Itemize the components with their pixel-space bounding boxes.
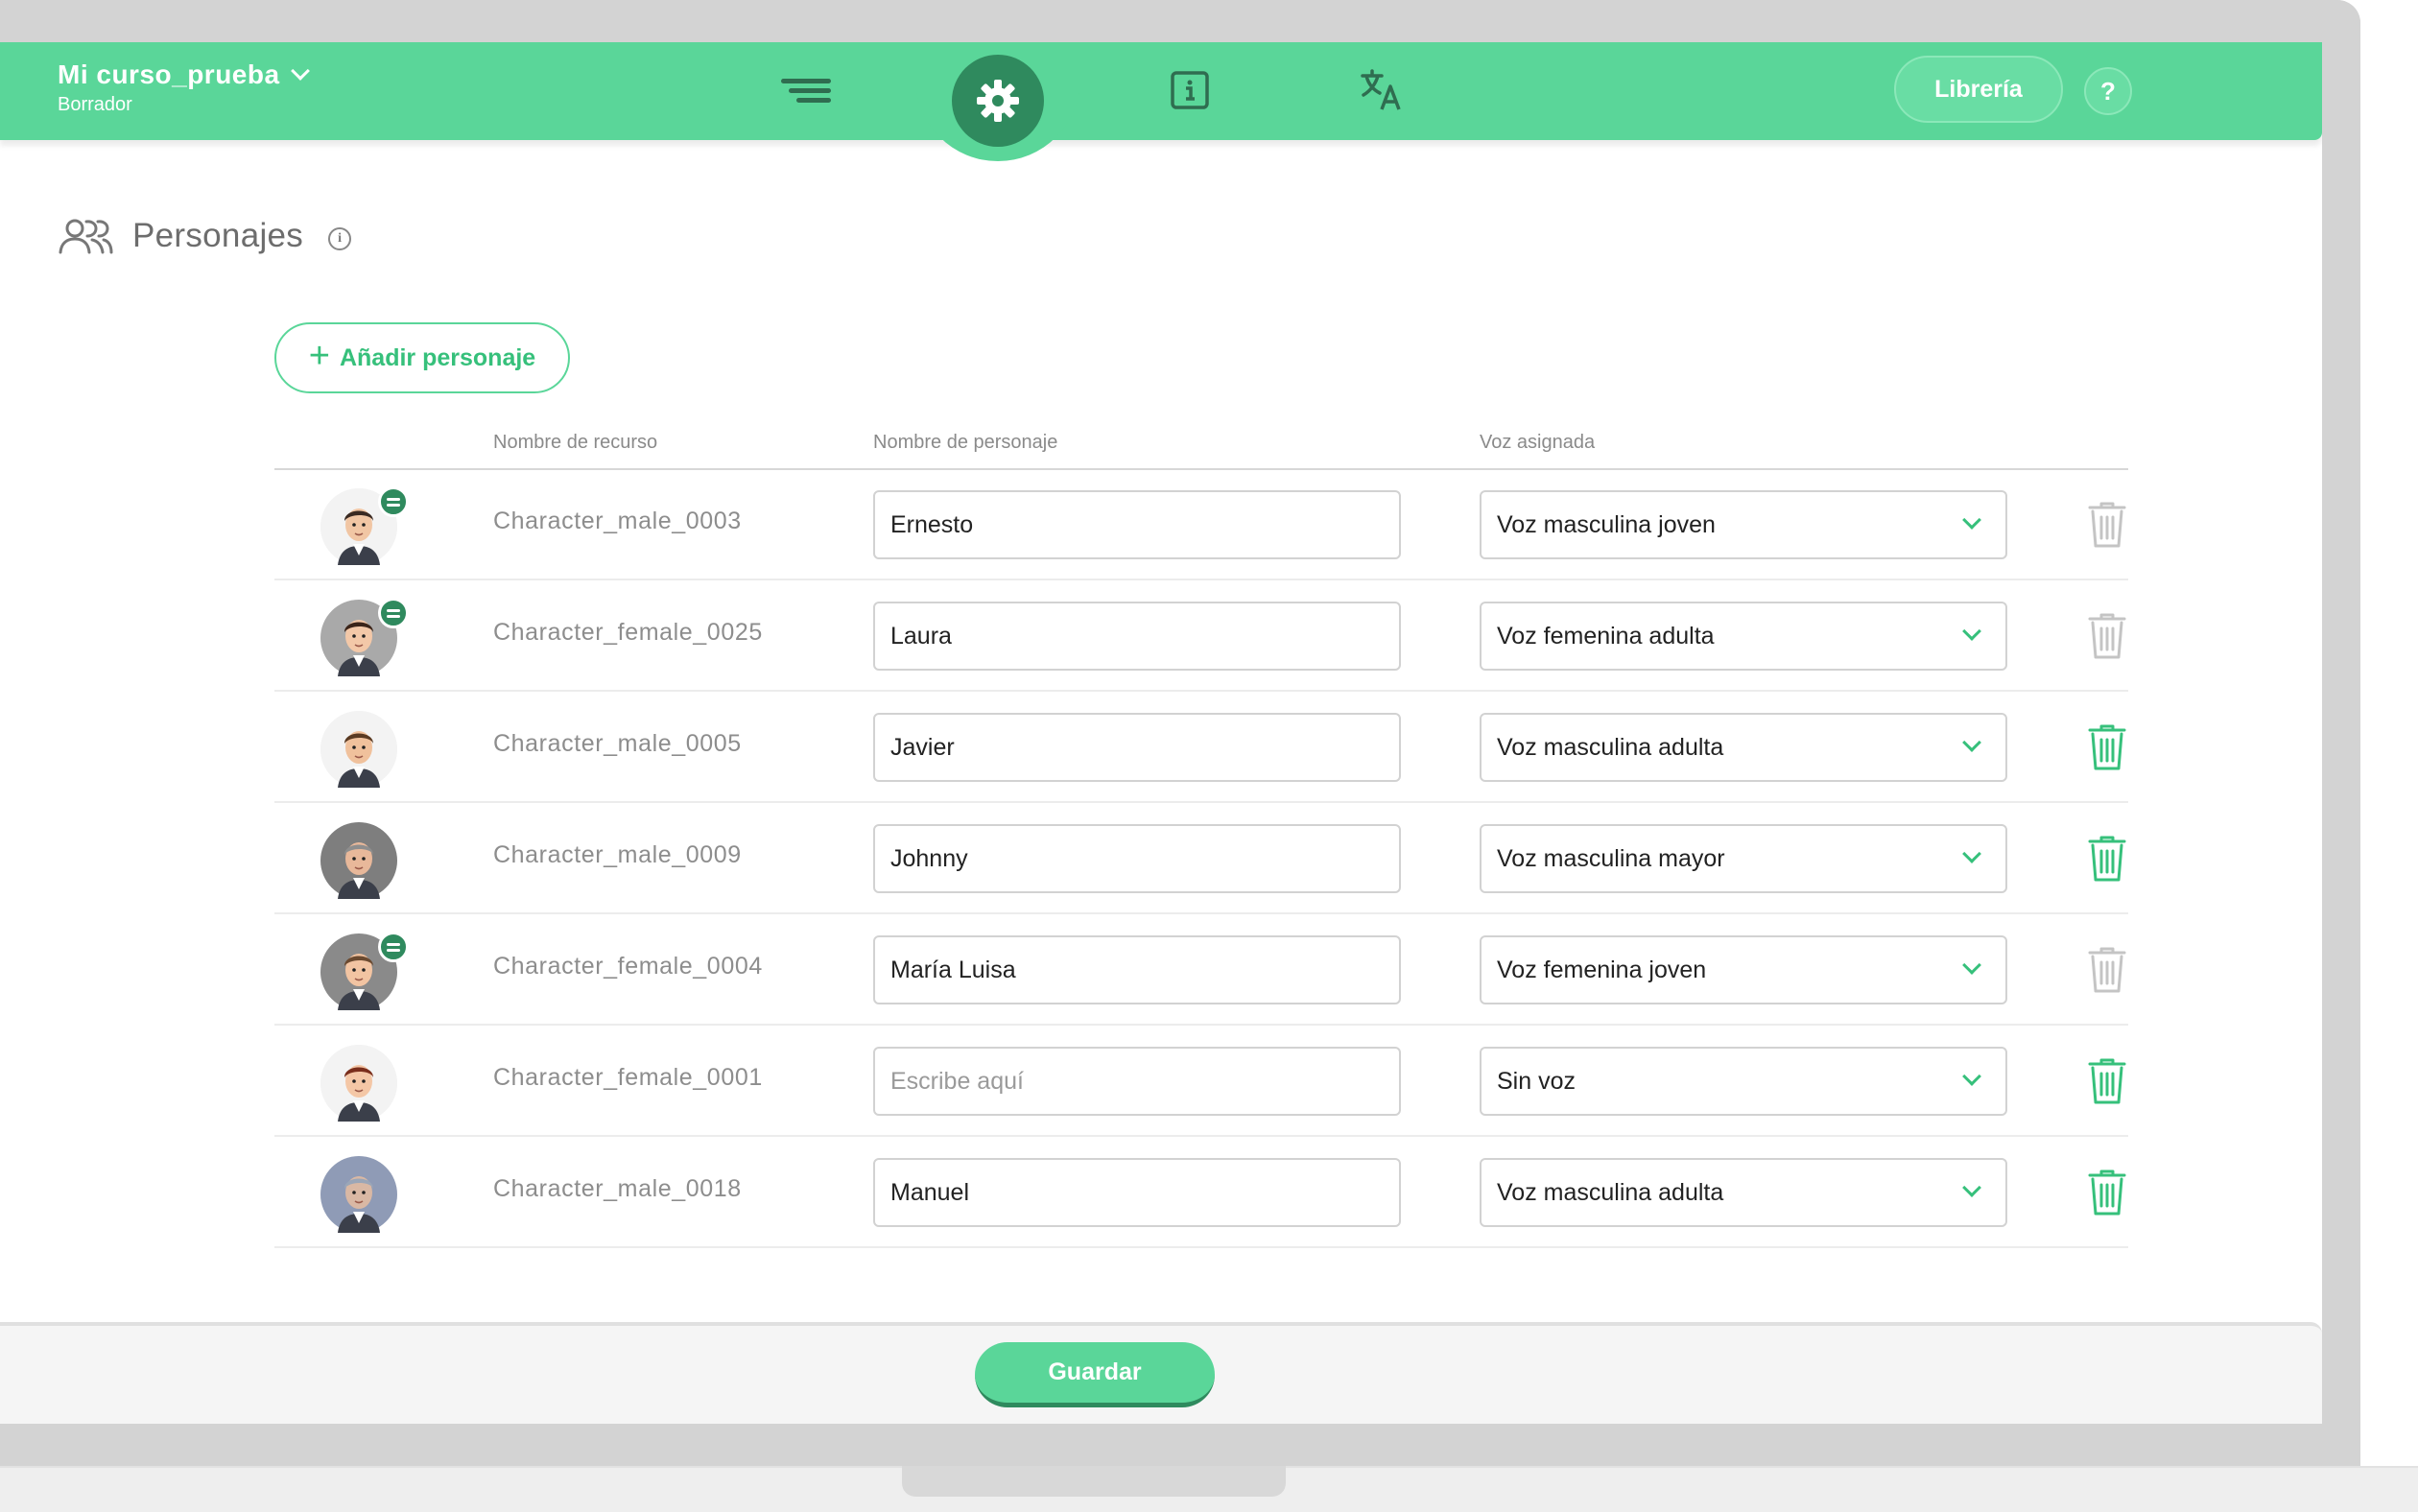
plus-icon: + [308, 335, 330, 376]
laptop-bezel-right [2322, 0, 2360, 1466]
chevron-down-icon [1962, 1067, 1981, 1086]
save-button[interactable]: Guardar [975, 1342, 1215, 1407]
header-voice: Voz asignada [1480, 432, 1596, 453]
translate-icon[interactable] [1351, 61, 1412, 119]
resource-name: Character_male_0018 [493, 1175, 742, 1202]
info-circle-icon[interactable]: i [328, 227, 352, 250]
character-name-input[interactable] [873, 1047, 1401, 1116]
table-header: Nombre de recurso Nombre de personaje Vo… [274, 432, 2128, 470]
voice-value: Voz masculina adulta [1497, 733, 1724, 761]
table-row: Character_female_0025 Voz femenina adult… [274, 580, 2128, 692]
trash-icon[interactable] [2088, 1169, 2126, 1216]
info-icon[interactable] [1159, 61, 1221, 119]
trash-icon [2088, 613, 2126, 659]
voice-value: Voz masculina adulta [1497, 1178, 1724, 1206]
trash-icon [2088, 947, 2126, 993]
gear-icon[interactable] [952, 55, 1044, 147]
resource-name: Character_female_0001 [493, 1064, 763, 1091]
voice-select[interactable]: Voz femenina adulta [1480, 602, 2007, 671]
chevron-down-icon [1962, 622, 1981, 641]
table-row: Character_male_0003 Voz masculina joven [274, 469, 2128, 580]
voice-select[interactable]: Voz masculina adulta [1480, 713, 2007, 782]
voice-select[interactable]: Voz masculina joven [1480, 490, 2007, 559]
app-screen: Mi curso_prueba Borrador Librería ? Pers… [0, 42, 2322, 1424]
table-row: Character_male_0018 Voz masculina adulta [274, 1137, 2128, 1248]
course-status: Borrador [58, 94, 132, 115]
resource-name: Character_male_0003 [493, 508, 742, 534]
header-character: Nombre de personaje [873, 432, 1058, 453]
chat-icon [378, 486, 409, 517]
chevron-down-icon [1962, 733, 1981, 752]
character-name-input[interactable] [873, 935, 1401, 1004]
menu-icon[interactable] [775, 61, 837, 119]
female-redhead-avatar [320, 1045, 397, 1122]
library-button[interactable]: Librería [1894, 56, 2063, 123]
resource-name: Character_male_0005 [493, 730, 742, 757]
voice-value: Sin voz [1497, 1067, 1576, 1095]
course-title: Mi curso_prueba [58, 59, 280, 89]
chevron-down-icon [1962, 510, 1981, 530]
add-character-label: Añadir personaje [339, 343, 536, 371]
character-name-input[interactable] [873, 490, 1401, 559]
trash-icon [2088, 502, 2126, 548]
voice-select[interactable]: Voz masculina mayor [1480, 824, 2007, 893]
trash-icon[interactable] [2088, 724, 2126, 770]
voice-select[interactable]: Sin voz [1480, 1047, 2007, 1116]
table-row: Character_male_0005 Voz masculina adulta [274, 692, 2128, 803]
male-elder-avatar [320, 822, 397, 899]
voice-value: Voz masculina joven [1497, 510, 1716, 538]
chat-icon [378, 932, 409, 962]
character-name-input[interactable] [873, 1158, 1401, 1227]
character-name-input[interactable] [873, 602, 1401, 671]
table-row: Character_male_0009 Voz masculina mayor [274, 803, 2128, 914]
voice-value: Voz femenina adulta [1497, 622, 1715, 650]
chevron-down-icon [1962, 844, 1981, 863]
chevron-down-icon [1962, 1178, 1981, 1197]
resource-name: Character_male_0009 [493, 841, 742, 868]
male-young-avatar [320, 711, 397, 788]
chevron-down-icon[interactable] [290, 61, 310, 81]
resource-name: Character_female_0025 [493, 619, 763, 646]
voice-select[interactable]: Voz femenina joven [1480, 935, 2007, 1004]
voice-select[interactable]: Voz masculina adulta [1480, 1158, 2007, 1227]
male-bald-avatar [320, 1156, 397, 1233]
chevron-down-icon [1962, 956, 1981, 975]
character-name-input[interactable] [873, 713, 1401, 782]
table-row: Character_female_0001 Sin voz [274, 1026, 2128, 1137]
help-button[interactable]: ? [2084, 67, 2132, 115]
trash-icon[interactable] [2088, 836, 2126, 882]
chat-icon [378, 598, 409, 628]
users-icon [59, 219, 113, 254]
course-selector[interactable]: Mi curso_prueba Borrador [58, 59, 310, 116]
table-row: Character_female_0004 Voz femenina joven [274, 914, 2128, 1026]
header-resource: Nombre de recurso [493, 432, 658, 453]
trash-icon[interactable] [2088, 1058, 2126, 1104]
voice-value: Voz femenina joven [1497, 956, 1707, 983]
voice-value: Voz masculina mayor [1497, 844, 1725, 872]
resource-name: Character_female_0004 [493, 953, 763, 980]
laptop-bezel-top [0, 0, 2360, 42]
section-header: Personajes i [58, 217, 352, 255]
laptop-mockup: Mi curso_prueba Borrador Librería ? Pers… [0, 0, 2418, 1512]
top-bar: Mi curso_prueba Borrador Librería ? [0, 42, 2322, 140]
character-name-input[interactable] [873, 824, 1401, 893]
page-title: Personajes [132, 217, 304, 254]
laptop-notch [902, 1466, 1286, 1497]
laptop-bezel-bottom [0, 1424, 2360, 1466]
add-character-button[interactable]: + Añadir personaje [274, 322, 570, 393]
